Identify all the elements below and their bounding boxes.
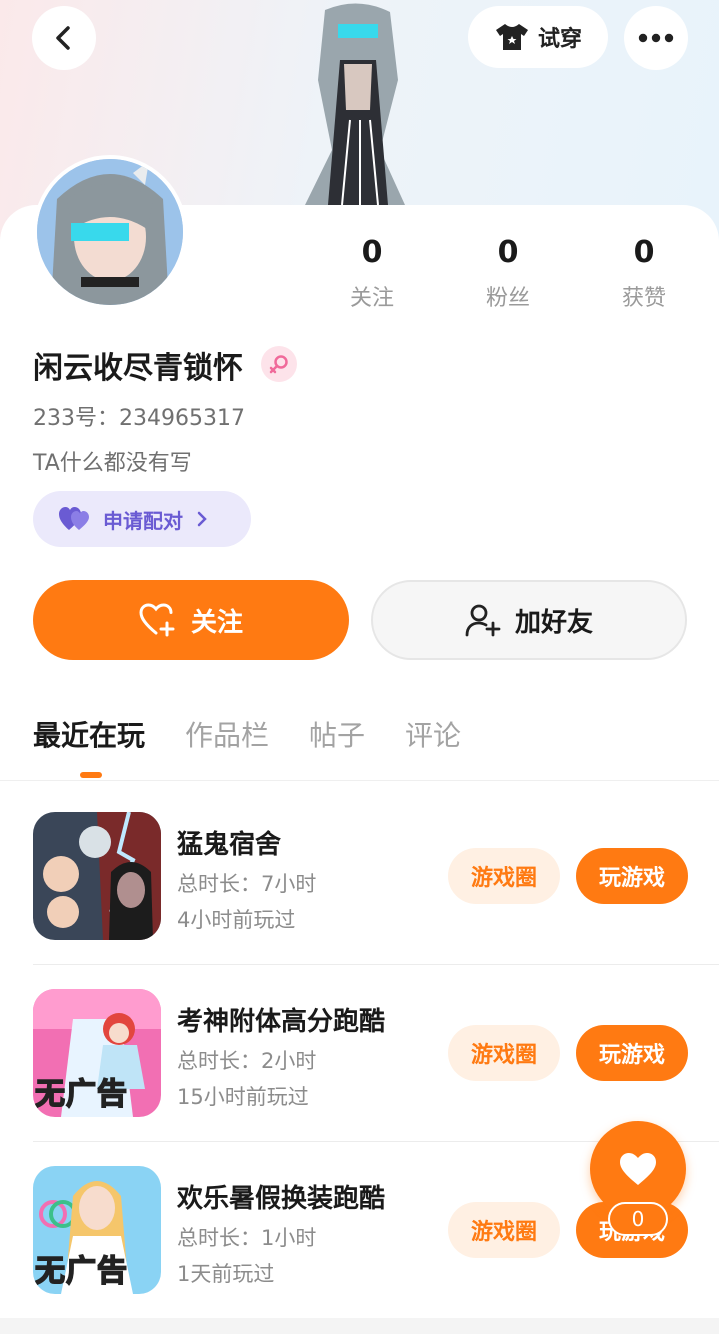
try-on-label: 试穿 — [537, 27, 582, 52]
tab-comments[interactable]: 评论 — [405, 714, 461, 754]
user-bio: TA什么都没有写 — [33, 451, 192, 476]
request-pair-button[interactable]: 申请配对 — [33, 491, 251, 547]
no-ads-badge: 无广告 — [34, 1253, 128, 1290]
more-dots-icon — [638, 33, 674, 43]
no-ads-badge: 无广告 — [34, 1076, 128, 1113]
game-last-played: 15小时前玩过 — [177, 1085, 309, 1109]
heart-icon — [620, 1153, 656, 1185]
chevron-left-icon — [56, 26, 70, 50]
stat-likes[interactable]: 0 获赞 — [589, 234, 699, 312]
tab-posts[interactable]: 帖子 — [309, 714, 365, 754]
game-icon: 无广告 — [33, 1166, 161, 1294]
game-name: 考神附体高分跑酷 — [177, 1007, 386, 1037]
play-game-button[interactable]: 玩游戏 — [576, 1025, 688, 1081]
game-name: 猛鬼宿舍 — [177, 830, 282, 860]
double-heart-icon — [59, 507, 89, 530]
stat-fans-label: 粉丝 — [485, 286, 530, 311]
game-name: 欢乐暑假换装跑酷 — [177, 1184, 386, 1214]
tabs-divider — [0, 780, 719, 781]
game-icon — [33, 812, 161, 940]
list-item[interactable]: 无广告 考神附体高分跑酷 总时长：2小时 15小时前玩过 游戏圈 玩游戏 — [33, 989, 719, 1117]
tshirt-icon — [495, 24, 528, 50]
stat-likes-count: 0 — [633, 235, 655, 270]
avatar-image — [37, 159, 183, 305]
stat-fans-count: 0 — [497, 235, 519, 270]
heart-plus-icon — [139, 603, 175, 637]
game-last-played: 4小时前玩过 — [177, 908, 296, 932]
game-duration: 总时长：7小时 — [177, 872, 317, 896]
bottom-edge — [0, 1318, 719, 1334]
game-icon: 无广告 — [33, 989, 161, 1117]
back-button[interactable] — [32, 6, 96, 70]
play-game-button[interactable]: 玩游戏 — [576, 848, 688, 904]
avatar[interactable] — [33, 155, 187, 309]
try-on-button[interactable]: 试穿 — [468, 6, 608, 68]
profile-tabs: 最近在玩 作品栏 帖子 评论 — [33, 714, 501, 754]
avatar-3d-figure — [305, 3, 405, 205]
stat-following-label: 关注 — [349, 286, 394, 311]
like-count-badge: 0 — [608, 1202, 668, 1236]
follow-button[interactable]: 关注 — [33, 580, 349, 660]
active-tab-indicator — [80, 772, 102, 778]
game-duration: 总时长：1小时 — [177, 1226, 317, 1250]
request-pair-label: 申请配对 — [103, 508, 183, 533]
stat-fans[interactable]: 0 粉丝 — [453, 234, 563, 312]
stat-likes-label: 获赞 — [621, 286, 666, 311]
more-button[interactable] — [624, 6, 688, 70]
add-friend-label: 加好友 — [514, 607, 593, 638]
game-circle-button[interactable]: 游戏圈 — [448, 1202, 560, 1258]
list-divider — [33, 964, 719, 965]
follow-label: 关注 — [190, 607, 243, 638]
stat-following[interactable]: 0 关注 — [317, 234, 427, 312]
game-duration: 总时长：2小时 — [177, 1049, 317, 1073]
add-friend-button[interactable]: 加好友 — [371, 580, 687, 660]
add-user-icon — [465, 604, 501, 637]
username: 闲云收尽青锁怀 — [33, 351, 243, 386]
chevron-right-icon — [197, 511, 207, 527]
game-circle-button[interactable]: 游戏圈 — [448, 1025, 560, 1081]
game-last-played: 1天前玩过 — [177, 1262, 275, 1286]
tab-recently-played[interactable]: 最近在玩 — [33, 714, 145, 754]
list-item[interactable]: 猛鬼宿舍 总时长：7小时 4小时前玩过 游戏圈 玩游戏 — [33, 812, 719, 940]
stat-following-count: 0 — [361, 235, 383, 270]
female-gender-icon — [261, 346, 297, 382]
tab-works[interactable]: 作品栏 — [185, 714, 269, 754]
user-id: 233号：234965317 — [33, 406, 245, 431]
game-circle-button[interactable]: 游戏圈 — [448, 848, 560, 904]
